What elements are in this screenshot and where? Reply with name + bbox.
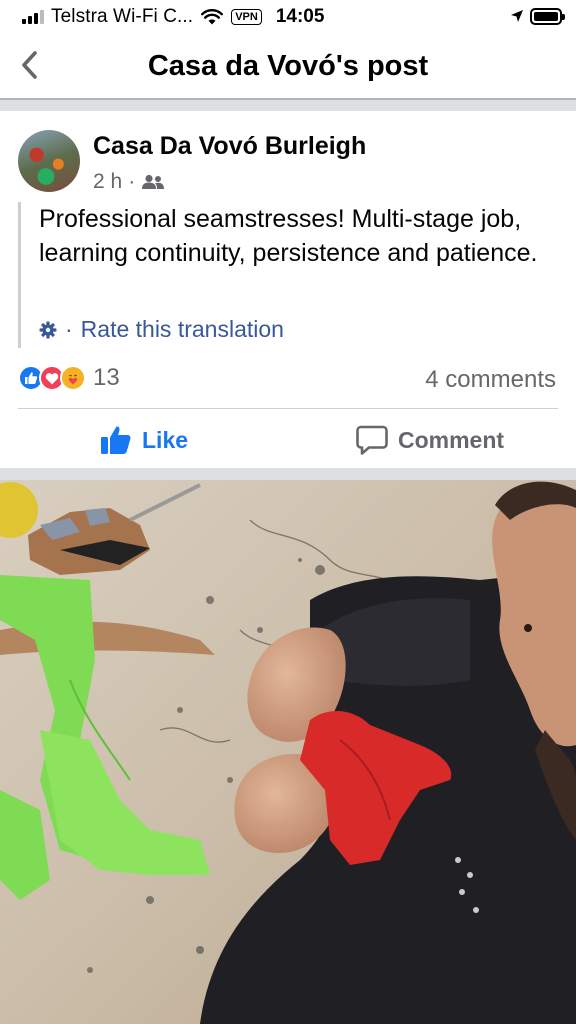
back-button[interactable] (14, 48, 44, 82)
signal-icon (22, 10, 44, 24)
nav-header: Casa da Vovó's post (0, 34, 576, 98)
post-photo[interactable] (0, 480, 576, 1024)
thumbs-up-icon (101, 426, 131, 454)
reaction-count[interactable]: 13 (93, 364, 120, 392)
photo-divider (0, 468, 576, 480)
reactions-summary[interactable]: 13 (18, 364, 120, 392)
status-time: 14:05 (275, 6, 325, 27)
rate-translation-label[interactable]: Rate this translation (81, 316, 284, 343)
actions-divider (18, 408, 558, 409)
meta-separator: · (128, 170, 136, 193)
comment-label: Comment (398, 426, 505, 453)
comment-bubble-icon (356, 425, 388, 455)
post-body: Professional seamstresses! Multi-stage j… (18, 202, 558, 348)
avatar[interactable] (18, 130, 80, 192)
carrier-name: Telstra Wi-Fi C... (51, 6, 194, 27)
post-author[interactable]: Casa Da Vovó Burleigh (93, 132, 366, 161)
battery-icon (530, 8, 565, 25)
location-arrow-icon (511, 10, 523, 22)
post-time[interactable]: 2 h (93, 170, 122, 194)
rate-separator: · (65, 316, 73, 342)
rate-translation-link[interactable]: · Rate this translation (39, 316, 284, 343)
like-button[interactable]: Like (100, 418, 188, 462)
post-text: Professional seamstresses! Multi-stage j… (39, 205, 538, 267)
friends-audience-icon[interactable] (141, 174, 165, 190)
comments-count[interactable]: 4 comments (425, 366, 556, 394)
chevron-left-icon (22, 51, 37, 79)
care-reaction-icon (60, 365, 86, 391)
post-meta: 2 h · (93, 170, 165, 194)
vpn-badge: VPN (231, 9, 262, 25)
page-title: Casa da Vovó's post (147, 49, 429, 82)
like-label: Like (142, 426, 189, 453)
header-divider (0, 98, 576, 111)
gear-icon (39, 321, 57, 338)
comment-button[interactable]: Comment (356, 418, 504, 462)
wifi-icon (201, 9, 224, 25)
status-bar: Telstra Wi-Fi C... VPN 14:05 (0, 0, 576, 34)
